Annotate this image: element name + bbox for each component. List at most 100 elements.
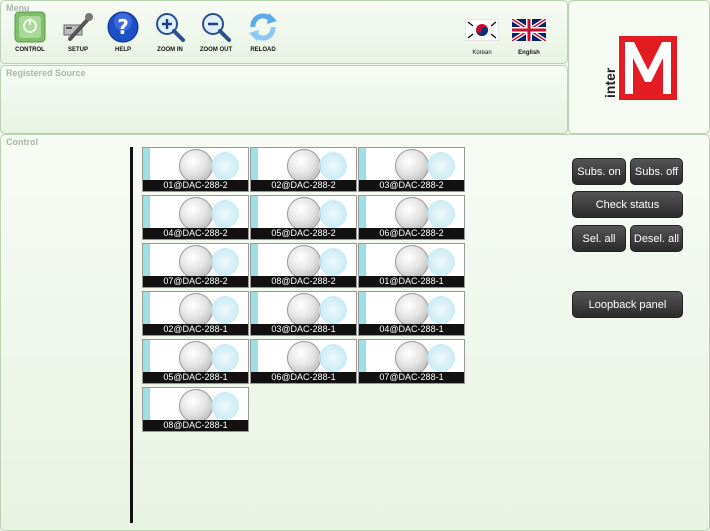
- logo-text: inter: [603, 67, 618, 98]
- device-signal-icon: [211, 248, 239, 276]
- setup-tool-button[interactable]: SETUP: [55, 11, 101, 53]
- device-tile[interactable]: 08@DAC-288-1: [142, 387, 249, 432]
- loopback-panel-button[interactable]: Loopback panel: [572, 291, 683, 318]
- device-indicator-icon: [287, 293, 321, 327]
- device-label: 03@DAC-288-1: [251, 324, 356, 335]
- device-signal-icon: [427, 248, 455, 276]
- device-indicator-icon: [179, 341, 213, 375]
- device-indicator-icon: [179, 389, 213, 423]
- device-tile[interactable]: 08@DAC-288-2: [250, 243, 357, 288]
- device-indicator-icon: [395, 245, 429, 279]
- device-indicator-icon: [179, 293, 213, 327]
- device-tile[interactable]: 07@DAC-288-1: [358, 339, 465, 384]
- registered-source-panel: Registered Source: [0, 65, 568, 134]
- device-label: 02@DAC-288-2: [251, 180, 356, 191]
- device-label: 08@DAC-288-1: [143, 420, 248, 431]
- reload-tool-button[interactable]: RELOAD: [240, 11, 286, 53]
- device-indicator-icon: [287, 245, 321, 279]
- zoom-out-icon: [200, 11, 232, 43]
- device-tile[interactable]: 06@DAC-288-2: [358, 195, 465, 240]
- control-panel-title: Control: [6, 137, 38, 147]
- device-indicator-icon: [287, 197, 321, 231]
- device-tile[interactable]: 04@DAC-288-1: [358, 291, 465, 336]
- device-indicator-icon: [287, 341, 321, 375]
- korean-flag-icon: [464, 18, 500, 42]
- device-tile[interactable]: 03@DAC-288-2: [358, 147, 465, 192]
- uk-flag-icon: [510, 17, 548, 43]
- english-language-button[interactable]: English: [509, 17, 549, 56]
- device-signal-icon: [319, 152, 347, 180]
- device-indicator-icon: [395, 149, 429, 183]
- device-signal-icon: [319, 296, 347, 324]
- zoom-out-tool-label: ZOOM OUT: [199, 47, 233, 53]
- device-indicator-icon: [395, 293, 429, 327]
- device-tile[interactable]: 01@DAC-288-2: [142, 147, 249, 192]
- help-tool-button[interactable]: ? HELP: [100, 11, 146, 53]
- device-tile[interactable]: 03@DAC-288-1: [250, 291, 357, 336]
- device-signal-icon: [211, 152, 239, 180]
- device-label: 05@DAC-288-1: [143, 372, 248, 383]
- device-label: 06@DAC-288-1: [251, 372, 356, 383]
- control-icon: [14, 11, 46, 43]
- zoom-out-tool-button[interactable]: ZOOM OUT: [193, 11, 239, 53]
- korean-language-button[interactable]: Korean: [462, 18, 502, 56]
- device-signal-icon: [427, 296, 455, 324]
- device-indicator-icon: [395, 197, 429, 231]
- subs-on-button[interactable]: Subs. on: [572, 158, 626, 185]
- device-tile[interactable]: 02@DAC-288-1: [142, 291, 249, 336]
- device-signal-icon: [319, 344, 347, 372]
- zoom-in-tool-button[interactable]: ZOOM IN: [147, 11, 193, 53]
- device-indicator-icon: [179, 245, 213, 279]
- device-signal-icon: [427, 200, 455, 228]
- menu-panel: Menu CONTROL SETUP ? HELP ZOOM IN ZOOM O…: [0, 0, 568, 64]
- subs-off-button[interactable]: Subs. off: [630, 158, 683, 185]
- device-indicator-icon: [395, 341, 429, 375]
- device-tile[interactable]: 05@DAC-288-1: [142, 339, 249, 384]
- device-signal-icon: [211, 392, 239, 420]
- logo-panel: inter: [568, 0, 710, 134]
- device-label: 04@DAC-288-1: [359, 324, 464, 335]
- device-signal-icon: [427, 344, 455, 372]
- check-status-button[interactable]: Check status: [572, 191, 683, 218]
- help-icon: ?: [107, 11, 139, 43]
- device-label: 02@DAC-288-1: [143, 324, 248, 335]
- device-indicator-icon: [179, 197, 213, 231]
- control-tool-button[interactable]: CONTROL: [7, 11, 53, 53]
- intermedia-logo: inter: [603, 36, 677, 100]
- device-signal-icon: [319, 248, 347, 276]
- device-signal-icon: [211, 344, 239, 372]
- device-signal-icon: [211, 200, 239, 228]
- reload-icon: [247, 11, 279, 43]
- device-signal-icon: [427, 152, 455, 180]
- reload-tool-label: RELOAD: [250, 47, 276, 53]
- select-all-button[interactable]: Sel. all: [572, 225, 626, 252]
- setup-tool-label: SETUP: [67, 47, 88, 53]
- wrench-icon: [62, 11, 94, 43]
- device-signal-icon: [211, 296, 239, 324]
- device-signal-icon: [319, 200, 347, 228]
- control-tool-label: CONTROL: [15, 47, 45, 53]
- device-label: 01@DAC-288-1: [359, 276, 464, 287]
- svg-text:?: ?: [117, 15, 129, 39]
- zoom-in-tool-label: ZOOM IN: [157, 47, 183, 53]
- device-tile[interactable]: 07@DAC-288-2: [142, 243, 249, 288]
- device-indicator-icon: [287, 149, 321, 183]
- device-label: 06@DAC-288-2: [359, 228, 464, 239]
- device-tile[interactable]: 05@DAC-288-2: [250, 195, 357, 240]
- device-tile[interactable]: 06@DAC-288-1: [250, 339, 357, 384]
- device-indicator-icon: [179, 149, 213, 183]
- device-label: 05@DAC-288-2: [251, 228, 356, 239]
- device-tile[interactable]: 01@DAC-288-1: [358, 243, 465, 288]
- zoom-in-icon: [154, 11, 186, 43]
- registered-source-title: Registered Source: [6, 68, 86, 78]
- device-label: 07@DAC-288-2: [143, 276, 248, 287]
- device-tile[interactable]: 04@DAC-288-2: [142, 195, 249, 240]
- device-label: 01@DAC-288-2: [143, 180, 248, 191]
- device-tile[interactable]: 02@DAC-288-2: [250, 147, 357, 192]
- device-label: 03@DAC-288-2: [359, 180, 464, 191]
- device-label: 07@DAC-288-1: [359, 372, 464, 383]
- korean-language-label: Korean: [472, 50, 492, 56]
- device-label: 08@DAC-288-2: [251, 276, 356, 287]
- control-divider: [130, 147, 133, 523]
- deselect-all-button[interactable]: Desel. all: [630, 225, 683, 252]
